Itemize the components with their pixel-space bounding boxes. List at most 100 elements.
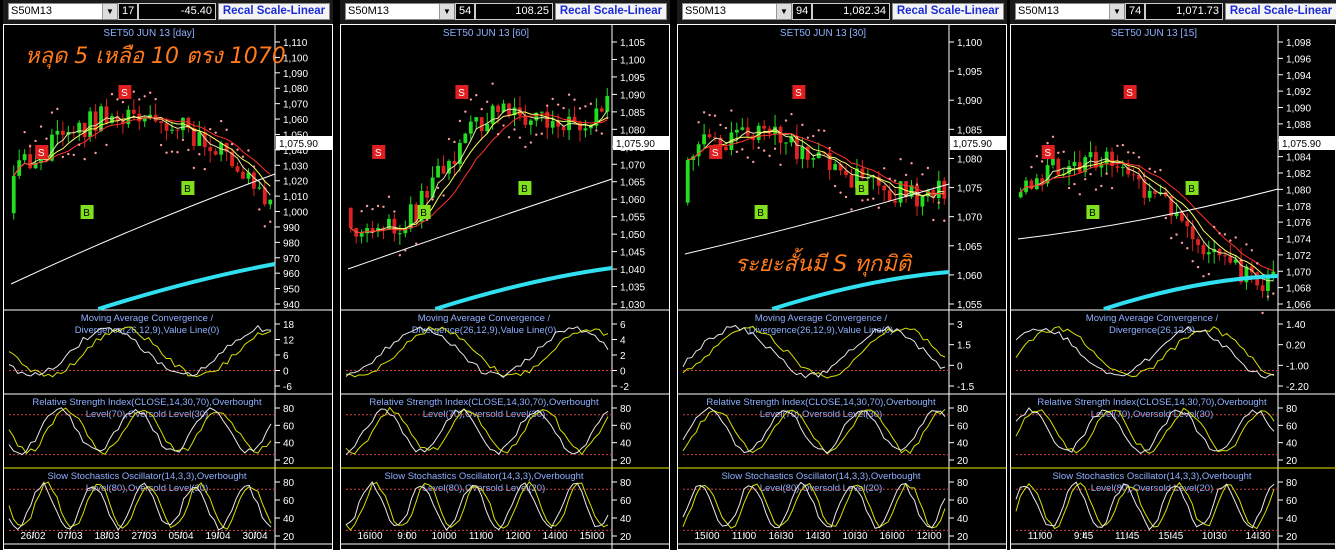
x-axis-label: 15:00	[579, 531, 604, 542]
sar-dot	[1040, 160, 1044, 163]
candle-body	[1196, 239, 1200, 246]
sar-dot	[606, 116, 609, 120]
x-axis-label: 10:30	[842, 531, 867, 542]
candle-body	[60, 130, 65, 135]
sar-dot	[735, 150, 739, 154]
sar-dot	[730, 109, 733, 112]
sar-dot	[556, 103, 560, 106]
chevron-down-icon[interactable]: ▼	[439, 4, 454, 19]
candle-body	[490, 105, 495, 124]
sar-dot	[1164, 216, 1168, 220]
chart-panel-15[interactable]: S50M13 ▼ 74 1,071.73 Recal Scale-Linear S…	[1010, 0, 1336, 550]
candle-body	[778, 126, 783, 143]
candle-body	[268, 199, 273, 205]
sar-dot	[1062, 150, 1065, 153]
sar-dot	[708, 113, 711, 117]
sar-dot	[1137, 156, 1141, 159]
indicator-title: Relative Strength Index(CLOSE,14,30,70),…	[706, 397, 936, 408]
symbol-select[interactable]: S50M13 ▼	[8, 3, 118, 20]
candle-body	[936, 180, 941, 198]
signal-label: B	[757, 208, 764, 219]
indicator-axis-label: 60	[620, 421, 632, 432]
candle-body	[1034, 178, 1039, 190]
sar-dot	[1035, 155, 1039, 158]
indicator-axis-label: 80	[957, 404, 969, 415]
sar-dot	[45, 137, 48, 140]
sar-dot	[39, 125, 43, 128]
sar-dot	[387, 195, 391, 199]
price-axis-label: 1,074	[1286, 235, 1311, 246]
indicator-axis-label: 20	[957, 456, 969, 467]
sar-dot	[915, 183, 919, 186]
chevron-down-icon[interactable]: ▼	[102, 4, 117, 19]
candle-body	[1190, 226, 1195, 240]
chart-canvas[interactable]: SET50 JUN 13 [30] 1,100 1,095 1,090 1,085 1,0…	[677, 24, 1007, 550]
count-field: 17	[118, 3, 138, 20]
x-axis-label: 15:45	[1158, 531, 1183, 542]
chart-panel-day[interactable]: S50M13 ▼ 17 -45.40 Recal Scale-Linear SET…	[3, 0, 333, 550]
symbol-select[interactable]: S50M13 ▼	[1015, 3, 1125, 20]
price-axis-label: 1,110	[283, 38, 308, 49]
sar-dot	[165, 151, 168, 154]
symbol-select[interactable]: S50M13 ▼	[682, 3, 792, 20]
sar-dot	[937, 201, 941, 204]
sar-dot	[806, 136, 810, 139]
sar-dot	[893, 179, 897, 182]
chart-canvas[interactable]: SET50 JUN 13 [15] 1,098 1,096 1,094 1,092 1,0…	[1010, 24, 1336, 550]
chevron-down-icon[interactable]: ▼	[776, 4, 791, 19]
candle-body	[805, 146, 810, 160]
recal-scale-button[interactable]: Recal Scale-Linear	[218, 3, 330, 20]
price-axis-label: 1,000	[283, 208, 308, 219]
sar-dot	[442, 194, 445, 197]
candle-body	[1051, 158, 1055, 166]
sar-dot	[741, 148, 744, 151]
price-axis-label: 1,078	[1286, 202, 1311, 213]
indicator-axis-label: 0	[957, 361, 963, 372]
price-axis-label: 1,068	[1286, 284, 1311, 295]
sar-dot	[551, 97, 554, 101]
price-axis-label: 970	[283, 254, 300, 265]
candle-body	[833, 164, 838, 170]
candle-body	[942, 180, 947, 199]
signal-label: B	[83, 208, 90, 219]
x-axis-label: 26/02	[20, 531, 45, 542]
sar-dot	[241, 155, 245, 158]
recal-scale-button[interactable]: Recal Scale-Linear	[892, 3, 1004, 20]
sar-dot	[529, 141, 533, 144]
signal-label: S	[458, 88, 465, 99]
candle-body	[1094, 152, 1098, 168]
price-axis-label: 1,090	[283, 69, 308, 80]
chart-panel-60[interactable]: S50M13 ▼ 54 108.25 Recal Scale-Linear SET…	[340, 0, 670, 550]
sar-dot	[752, 160, 755, 164]
recal-scale-button[interactable]: Recal Scale-Linear	[555, 3, 667, 20]
sar-dot	[844, 195, 848, 199]
sar-dot	[67, 152, 70, 156]
sar-dot	[589, 102, 593, 106]
count-field: 74	[1125, 3, 1145, 20]
indicator-axis-label: 80	[1286, 478, 1298, 489]
symbol-select[interactable]: S50M13 ▼	[345, 3, 455, 20]
chart-canvas[interactable]: SET50 JUN 13 [day]1,1101,1001,0901,0801,…	[3, 24, 333, 550]
count-field: 54	[455, 3, 475, 20]
sar-dot	[600, 132, 604, 135]
candle-body	[28, 154, 33, 169]
chart-panel-30[interactable]: S50M13 ▼ 94 1,082.34 Recal Scale-Linear S…	[677, 0, 1007, 550]
candle-body	[213, 151, 218, 155]
candle-body	[528, 120, 533, 125]
candle-body	[241, 171, 245, 179]
sar-dot	[546, 104, 549, 107]
price-axis-label: 1,030	[620, 300, 645, 311]
sar-dot	[1046, 141, 1049, 145]
change-field: 1,071.73	[1145, 3, 1223, 20]
chart-canvas[interactable]: SET50 JUN 13 [60] 1,105 1,100 1,095 1,090 1,0…	[340, 24, 670, 550]
price-chart-title: SET50 JUN 13 [15]	[1111, 28, 1197, 39]
sar-dot	[431, 198, 434, 201]
sar-dot	[828, 146, 831, 150]
indicator-title: Relative Strength Index(CLOSE,14,30,70),…	[369, 397, 599, 408]
candle-body	[523, 115, 528, 125]
recal-scale-button[interactable]: Recal Scale-Linear	[1225, 3, 1336, 20]
candle-body	[784, 142, 788, 144]
chevron-down-icon[interactable]: ▼	[1109, 4, 1124, 19]
signal-label: B	[1188, 184, 1195, 195]
sar-dot	[376, 204, 380, 208]
